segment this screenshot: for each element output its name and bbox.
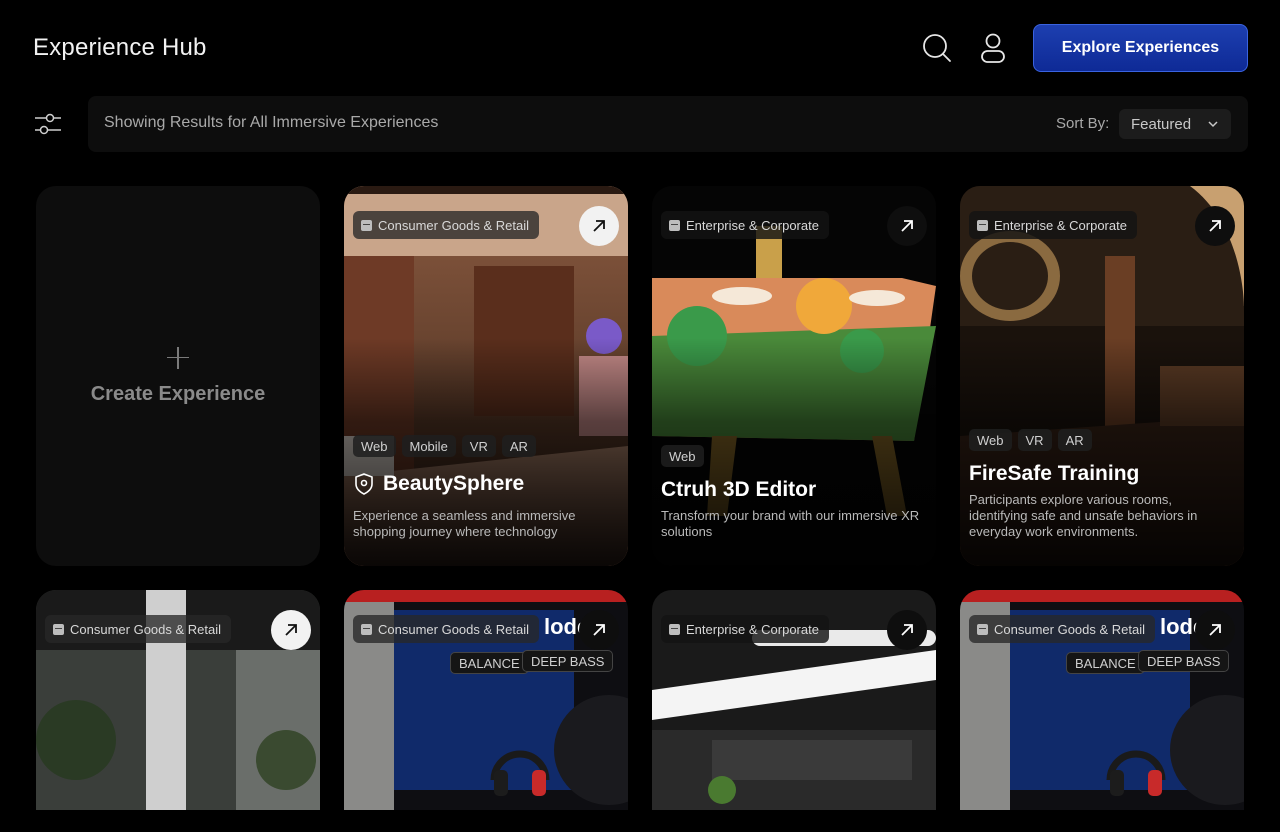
scene-label: DEEP BASS (522, 650, 614, 672)
category-label: Consumer Goods & Retail (994, 621, 1146, 637)
card-title: Ctruh 3D Editor (661, 478, 816, 502)
category-pill: Enterprise & Corporate (661, 211, 829, 239)
category-pill: Consumer Goods & Retail (969, 615, 1156, 643)
plus-icon (167, 346, 189, 369)
experience-card-beautysphere[interactable]: Consumer Goods & Retail Web Mobile VR AR… (344, 186, 628, 566)
card-title: BeautySphere (353, 472, 524, 496)
category-label: Consumer Goods & Retail (378, 217, 530, 233)
experience-card[interactable]: Consumer Goods & Retail (36, 590, 320, 810)
experience-card[interactable]: lode BALANCE DEEP BASS Consumer Goods & … (960, 590, 1244, 810)
tag: VR (1017, 429, 1052, 451)
experience-card[interactable]: Enterprise & Corporate (652, 590, 936, 810)
experience-card-firesafe-training[interactable]: Enterprise & Corporate Web VR AR FireSaf… (960, 186, 1244, 566)
open-arrow-button[interactable] (887, 206, 927, 246)
category-icon (669, 219, 680, 231)
sort-value: Featured (1131, 115, 1192, 133)
arrow-up-right-icon (593, 220, 605, 232)
platform-tags: Web VR AR (969, 429, 1092, 451)
platform-tags: Web (661, 445, 704, 467)
category-pill: Consumer Goods & Retail (353, 615, 540, 643)
open-arrow-button[interactable] (579, 610, 619, 650)
chevron-down-icon (1207, 117, 1219, 134)
create-experience-card[interactable]: Create Experience (36, 186, 320, 566)
card-description: Transform your brand with our immersive … (661, 508, 920, 539)
arrow-up-right-icon (901, 220, 913, 232)
tag: AR (501, 435, 536, 457)
open-arrow-button[interactable] (887, 610, 927, 650)
open-arrow-button[interactable] (271, 610, 311, 650)
open-arrow-button[interactable] (1195, 610, 1235, 650)
scene-label: BALANCE (1066, 652, 1145, 674)
category-icon (53, 623, 64, 635)
arrow-up-right-icon (1209, 220, 1221, 232)
search-icon[interactable] (919, 30, 955, 66)
tag: Web (969, 429, 1012, 451)
card-title-text: FireSafe Training (969, 462, 1140, 485)
arrow-up-right-icon (1209, 624, 1221, 636)
tag: Web (353, 435, 396, 457)
card-description: Participants explore various rooms, iden… (969, 492, 1198, 539)
category-label: Enterprise & Corporate (994, 217, 1127, 233)
tag: Web (661, 445, 704, 467)
category-label: Consumer Goods & Retail (70, 621, 222, 637)
scene-label: DEEP BASS (1138, 650, 1230, 672)
filter-sliders-icon[interactable] (30, 106, 66, 142)
category-label: Enterprise & Corporate (686, 621, 819, 637)
card-title: FireSafe Training (969, 462, 1139, 486)
filter-bar: Showing Results for All Immersive Experi… (88, 96, 1248, 152)
category-pill: Consumer Goods & Retail (45, 615, 232, 643)
scene-label: BALANCE (450, 652, 529, 674)
category-pill: Consumer Goods & Retail (353, 211, 540, 239)
arrow-up-right-icon (285, 624, 297, 636)
explore-experiences-button[interactable]: Explore Experiences (1033, 24, 1248, 72)
category-icon (361, 623, 372, 635)
category-icon (669, 623, 680, 635)
card-description: Experience a seamless and immersive shop… (353, 508, 576, 539)
category-pill: Enterprise & Corporate (969, 211, 1137, 239)
tag: AR (1057, 429, 1092, 451)
shield-location-icon (355, 473, 373, 495)
card-title-text: BeautySphere (383, 472, 525, 495)
platform-tags: Web Mobile VR AR (353, 435, 536, 457)
experience-card[interactable]: lode BALANCE DEEP BASS Consumer Goods & … (344, 590, 628, 810)
category-icon (361, 219, 372, 231)
open-arrow-button[interactable] (579, 206, 619, 246)
create-experience-label: Create Experience (90, 382, 266, 405)
brand-title: Experience Hub (33, 34, 207, 61)
open-arrow-button[interactable] (1195, 206, 1235, 246)
category-icon (977, 219, 988, 231)
results-summary: Showing Results for All Immersive Experi… (104, 114, 439, 131)
category-pill: Enterprise & Corporate (661, 615, 829, 643)
tag: Mobile (401, 435, 456, 457)
tag: VR (461, 435, 496, 457)
experience-card-ctruh-3d-editor[interactable]: Enterprise & Corporate Web Ctruh 3D Edit… (652, 186, 936, 566)
category-label: Enterprise & Corporate (686, 217, 819, 233)
sort-dropdown[interactable]: Featured (1119, 109, 1231, 139)
category-icon (977, 623, 988, 635)
header: Experience Hub Explore Experiences (0, 0, 1280, 96)
card-title-text: Ctruh 3D Editor (661, 478, 817, 501)
arrow-up-right-icon (593, 624, 605, 636)
category-label: Consumer Goods & Retail (378, 621, 530, 637)
sort-label: Sort By: (1056, 115, 1110, 132)
arrow-up-right-icon (901, 624, 913, 636)
user-icon[interactable] (975, 30, 1011, 66)
